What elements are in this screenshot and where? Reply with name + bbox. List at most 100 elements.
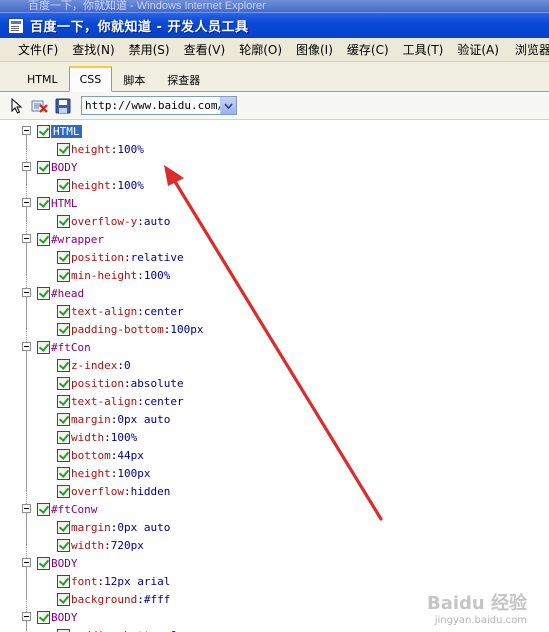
property-name[interactable]: bottom — [71, 449, 111, 462]
collapse-toggle[interactable] — [22, 198, 31, 207]
rule-enabled-checkbox[interactable] — [37, 124, 50, 138]
property-name[interactable]: background — [71, 593, 137, 606]
css-property-row[interactable]: bottom : 44px — [57, 446, 144, 464]
css-property-row[interactable]: position : absolute — [57, 374, 184, 392]
property-value[interactable]: 100px — [170, 323, 203, 336]
property-name[interactable]: margin — [71, 413, 111, 426]
css-property-row[interactable]: font : 12px arial — [57, 572, 170, 590]
collapse-toggle[interactable] — [22, 504, 31, 513]
property-value[interactable]: relative — [131, 251, 184, 264]
property-name[interactable]: margin — [71, 521, 111, 534]
collapse-toggle[interactable] — [22, 558, 31, 567]
property-enabled-checkbox[interactable] — [57, 538, 70, 552]
tab-html[interactable]: HTML — [16, 68, 69, 91]
css-rule-row[interactable]: #ftConw — [37, 500, 97, 518]
clear-button[interactable] — [29, 95, 51, 117]
property-value[interactable]: 100% — [111, 431, 138, 444]
property-enabled-checkbox[interactable] — [57, 304, 70, 318]
css-rule-row[interactable]: #ftCon — [37, 338, 91, 356]
css-rule-row[interactable]: HTML — [37, 194, 78, 212]
css-property-row[interactable]: overflow : hidden — [57, 482, 170, 500]
property-name[interactable]: font — [71, 575, 98, 588]
property-value[interactable]: 0px auto — [117, 413, 170, 426]
css-selector[interactable]: #ftCon — [51, 341, 91, 354]
property-value[interactable]: 0 — [124, 359, 131, 372]
property-name[interactable]: overflow — [71, 485, 124, 498]
property-value[interactable]: 720px — [111, 539, 144, 552]
css-rule-row[interactable]: HTML — [37, 122, 82, 140]
property-enabled-checkbox[interactable] — [57, 376, 70, 390]
property-enabled-checkbox[interactable] — [57, 484, 70, 498]
property-enabled-checkbox[interactable] — [57, 448, 70, 462]
rule-enabled-checkbox[interactable] — [37, 232, 50, 246]
css-property-row[interactable]: margin : 0px auto — [57, 518, 170, 536]
css-property-row[interactable]: text-align : center — [57, 302, 184, 320]
property-value[interactable]: 100% — [144, 269, 171, 282]
property-enabled-checkbox[interactable] — [57, 394, 70, 408]
menu-browser-mode[interactable]: 浏览器模式 — [508, 41, 549, 58]
select-element-button[interactable] — [6, 95, 28, 117]
css-selector[interactable]: BODY — [51, 161, 78, 174]
property-value[interactable]: hidden — [131, 485, 171, 498]
chevron-down-icon[interactable] — [220, 97, 236, 114]
property-value[interactable]: absolute — [131, 377, 184, 390]
property-enabled-checkbox[interactable] — [57, 412, 70, 426]
menu-find[interactable]: 查找(N) — [65, 41, 121, 58]
menu-cache[interactable]: 缓存(C) — [340, 41, 396, 58]
collapse-toggle[interactable] — [22, 234, 31, 243]
property-value[interactable]: #fff — [144, 593, 171, 606]
css-selector[interactable]: #wrapper — [51, 233, 104, 246]
property-name[interactable]: text-align — [71, 395, 137, 408]
property-value[interactable]: 44px — [117, 449, 144, 462]
css-selector[interactable]: #ftConw — [51, 503, 97, 516]
property-value[interactable]: center — [144, 395, 184, 408]
property-enabled-checkbox[interactable] — [57, 250, 70, 264]
property-name[interactable]: text-align — [71, 305, 137, 318]
property-enabled-checkbox[interactable] — [57, 178, 70, 192]
property-enabled-checkbox[interactable] — [57, 358, 70, 372]
css-property-row[interactable]: width : 720px — [57, 536, 144, 554]
css-rule-row[interactable]: #head — [37, 284, 84, 302]
property-name[interactable]: overflow-y — [71, 215, 137, 228]
css-property-row[interactable]: height : 100% — [57, 140, 144, 158]
rule-enabled-checkbox[interactable] — [37, 196, 50, 210]
tab-script[interactable]: 脚本 — [112, 68, 156, 91]
css-rule-row[interactable]: BODY — [37, 608, 78, 626]
property-value[interactable]: 100px — [117, 467, 150, 480]
property-name[interactable]: min-height — [71, 269, 137, 282]
css-property-row[interactable]: width : 100% — [57, 428, 137, 446]
tab-profiler[interactable]: 探查器 — [156, 68, 211, 91]
property-enabled-checkbox[interactable] — [57, 142, 70, 156]
property-enabled-checkbox[interactable] — [57, 214, 70, 228]
css-rule-row[interactable]: BODY — [37, 158, 78, 176]
css-selector[interactable]: BODY — [51, 557, 78, 570]
css-property-row[interactable]: padding-bottom : 100px — [57, 320, 203, 338]
css-property-row[interactable]: text-align : center — [57, 392, 184, 410]
property-name[interactable]: width — [71, 431, 104, 444]
property-value[interactable]: 12px arial — [104, 575, 170, 588]
css-selector[interactable]: BODY — [51, 611, 78, 624]
css-property-row[interactable]: z-index : 0 — [57, 356, 131, 374]
rule-enabled-checkbox[interactable] — [37, 340, 50, 354]
property-value[interactable]: 100% — [117, 179, 144, 192]
css-selector[interactable]: HTML — [51, 124, 82, 138]
menu-file[interactable]: 文件(F) — [0, 41, 65, 58]
property-enabled-checkbox[interactable] — [57, 268, 70, 282]
tab-css[interactable]: CSS — [68, 66, 113, 92]
url-select[interactable]: http://www.baidu.com/ — [81, 96, 237, 115]
css-property-row[interactable]: min-height : 100% — [57, 266, 170, 284]
collapse-toggle[interactable] — [22, 126, 31, 135]
menu-validate[interactable]: 验证(A) — [450, 41, 506, 58]
css-property-row[interactable]: position : relative — [57, 248, 184, 266]
collapse-toggle[interactable] — [22, 612, 31, 621]
rule-enabled-checkbox[interactable] — [37, 160, 50, 174]
property-enabled-checkbox[interactable] — [57, 574, 70, 588]
css-property-row[interactable]: height : 100px — [57, 464, 151, 482]
collapse-toggle[interactable] — [22, 342, 31, 351]
property-enabled-checkbox[interactable] — [57, 520, 70, 534]
css-property-row[interactable]: margin : 0px auto — [57, 410, 170, 428]
menu-outline[interactable]: 轮廓(O) — [232, 41, 289, 58]
property-value[interactable]: auto — [144, 215, 171, 228]
css-property-row[interactable]: padding-bottom : 0px — [57, 626, 190, 632]
css-property-row[interactable]: overflow-y : auto — [57, 212, 170, 230]
